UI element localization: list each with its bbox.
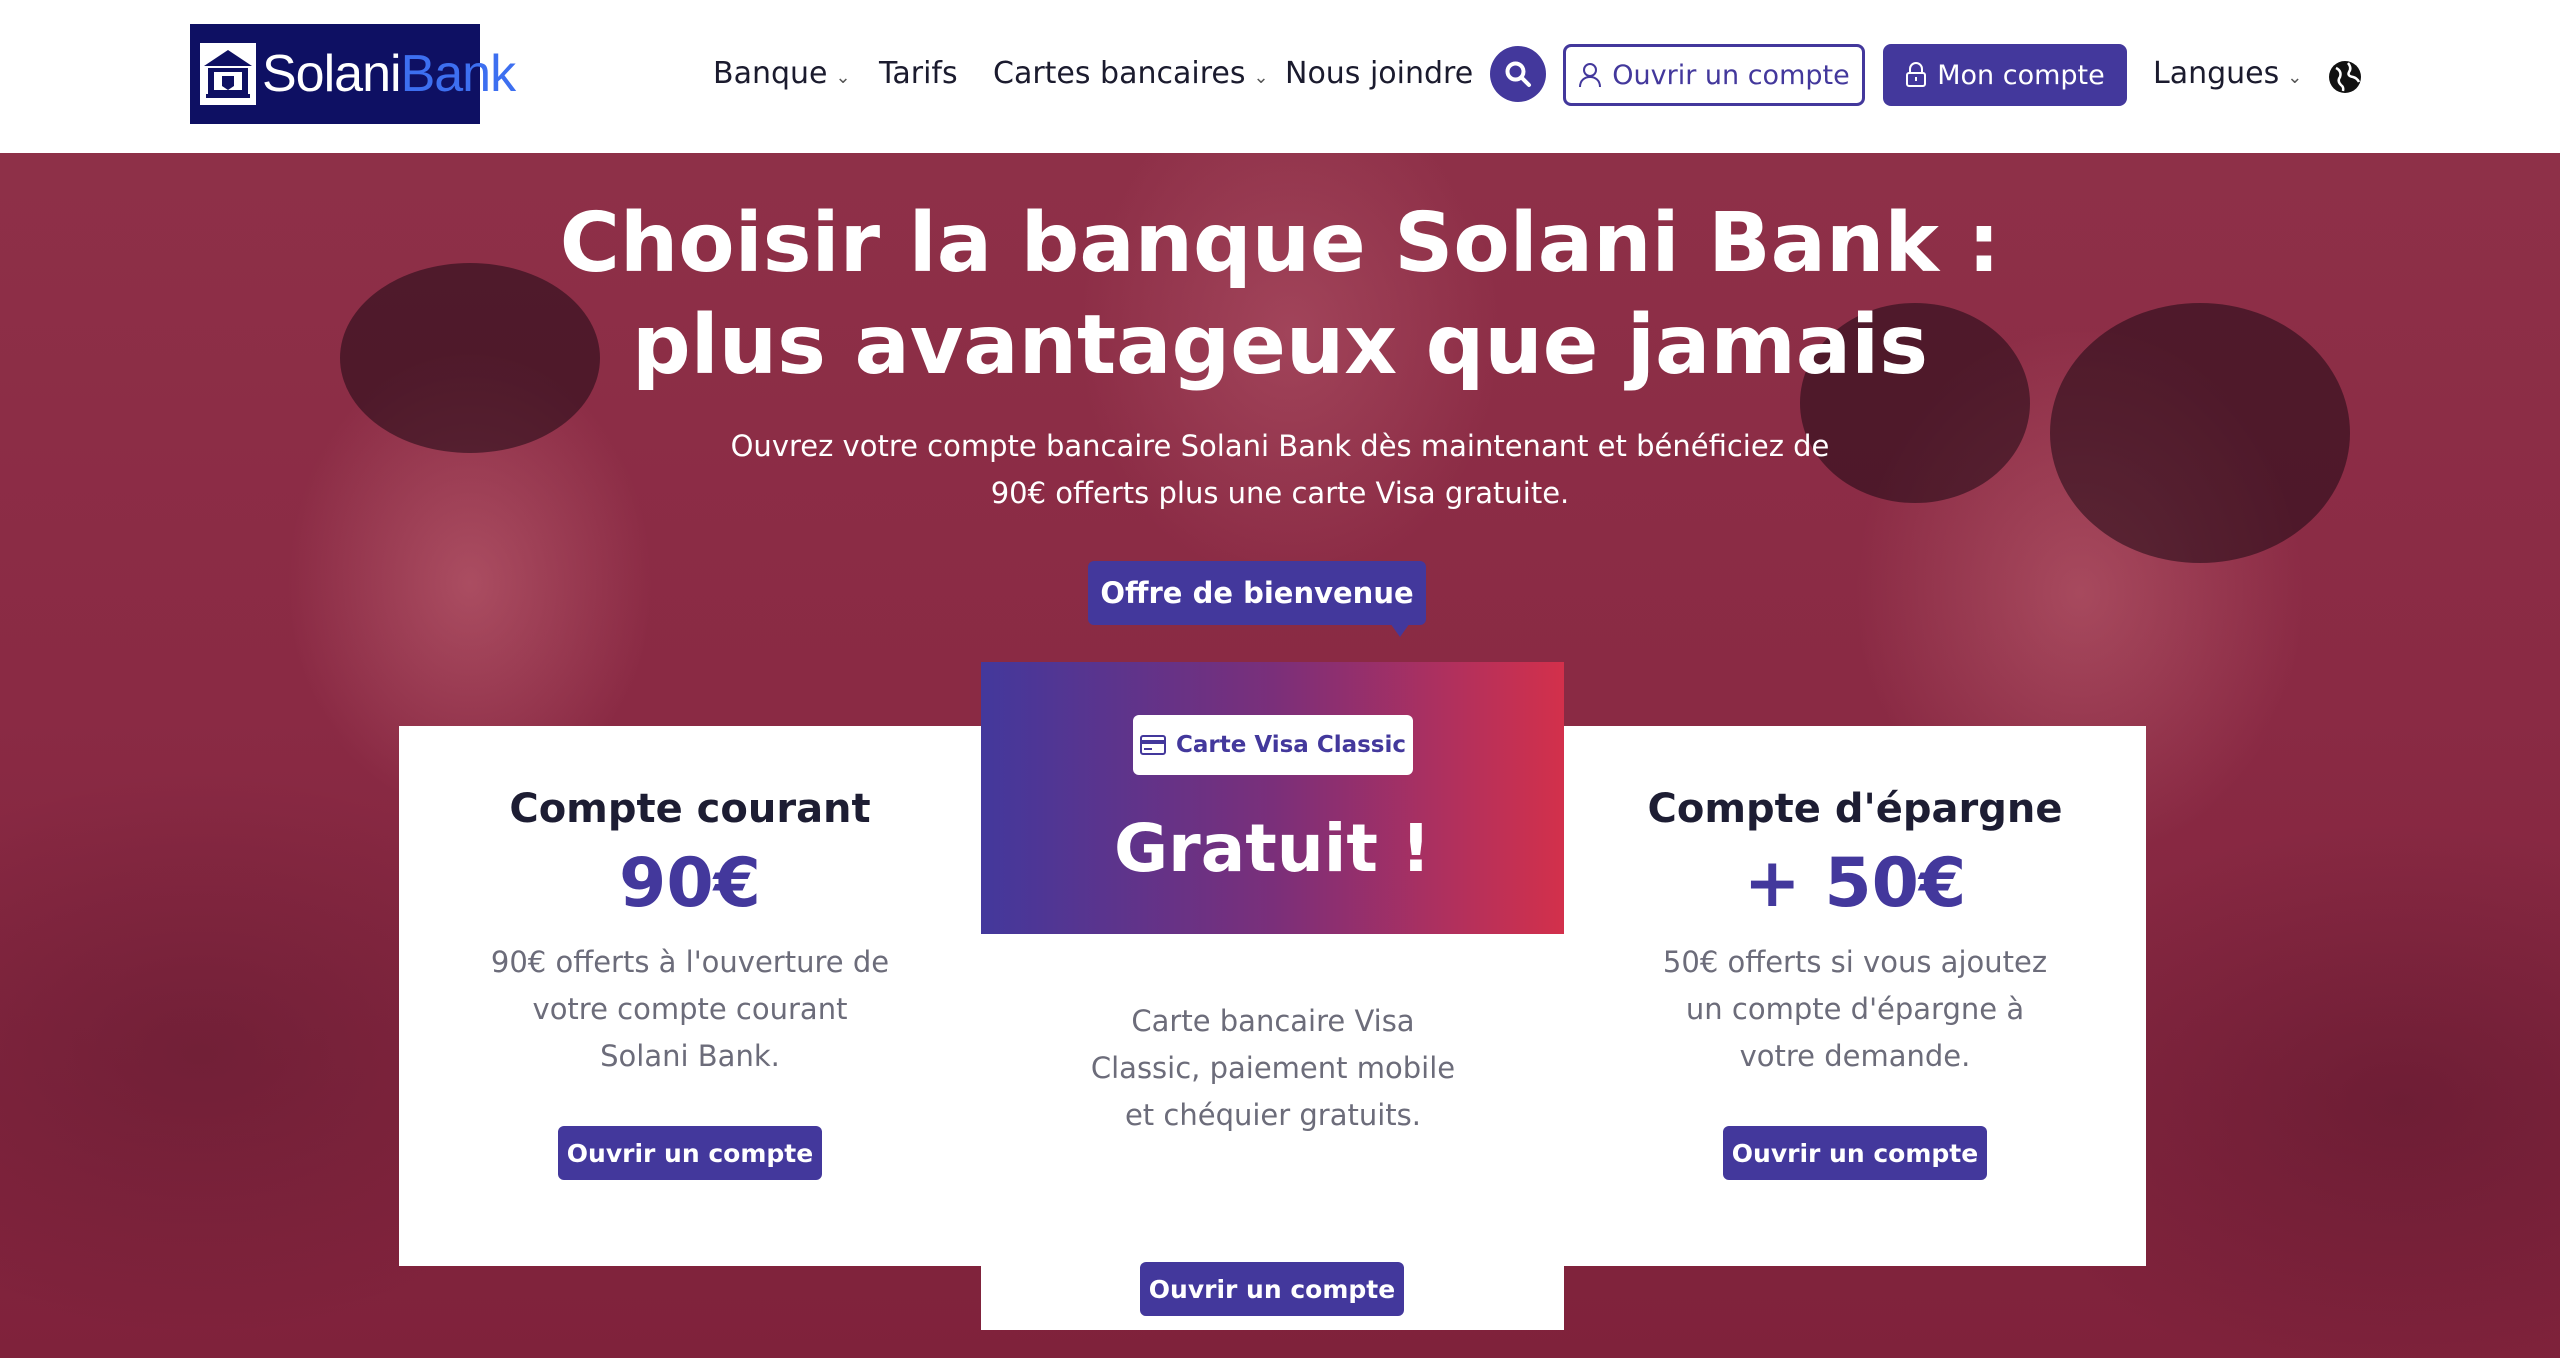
open-account-button-visa[interactable]: Ouvrir un compte [1140,1262,1404,1316]
nav-item-label: Banque [713,56,828,91]
card-description: 90€ offerts à l'ouverture de votre compt… [490,945,890,1073]
site-header: SolaniBank Banque ⌄ Tarifs Cartes bancai… [0,0,2560,153]
card-savings-account: Compte d'épargne + 50€ 50€ offerts si vo… [1564,726,2146,1266]
card-title: Compte courant [509,786,871,832]
chevron-down-icon: ⌄ [2287,67,2303,88]
user-icon [1579,63,1602,88]
nav-item-cartes-bancaires[interactable]: Cartes bancaires ⌄ [993,56,1269,91]
welcome-offer-button[interactable]: Offre de bienvenue [1088,561,1426,625]
search-button[interactable] [1490,46,1546,102]
lock-icon [1906,62,1927,87]
hero-title: Choisir la banque Solani Bank : plus ava… [559,196,2001,393]
languages-label: Langues [2153,56,2280,91]
nav-item-banque[interactable]: Banque ⌄ [713,56,851,91]
nav-item-label: Nous joindre [1285,56,1474,91]
card-visa-classic: Carte Visa Classic Gratuit ! Carte banca… [981,662,1564,1330]
chevron-down-icon: ⌄ [835,67,851,88]
visa-badge: Carte Visa Classic [1133,715,1413,775]
open-account-header-label: Ouvrir un compte [1612,59,1850,91]
nav-item-label: Tarifs [879,56,958,91]
card-visa-header: Carte Visa Classic Gratuit ! [981,662,1564,934]
open-account-button-savings[interactable]: Ouvrir un compte [1723,1126,1987,1180]
visa-badge-label: Carte Visa Classic [1175,732,1407,758]
nav-item-nous-joindre[interactable]: Nous joindre [1285,56,1473,91]
open-account-header-button[interactable]: Ouvrir un compte [1563,44,1865,106]
page: SolaniBank Banque ⌄ Tarifs Cartes bancai… [0,0,2560,1358]
globe-icon[interactable] [2328,60,2362,94]
nav-item-label: Cartes bancaires [993,56,1246,91]
search-icon [1505,61,1531,87]
card-description: 50€ offerts si vous ajoutez un compte d'… [1662,945,2048,1073]
card-amount: + 50€ [1743,844,1967,923]
card-title: Compte d'épargne [1647,786,2063,832]
nav-item-tarifs[interactable]: Tarifs [879,56,958,91]
my-account-label: Mon compte [1937,59,2105,91]
chevron-down-icon: ⌄ [1253,67,1269,88]
logo-text-bank: Bank [400,45,517,103]
card-headline: Gratuit ! [1113,810,1432,887]
my-account-button[interactable]: Mon compte [1883,44,2127,106]
card-description: Carte bancaire Visa Classic, paiement mo… [1090,1004,1456,1132]
credit-card-icon [1139,735,1166,755]
languages-dropdown[interactable]: Langues ⌄ [2153,56,2302,91]
open-account-button-current[interactable]: Ouvrir un compte [558,1126,822,1180]
card-amount: 90€ [619,844,761,923]
hero-subtitle: Ouvrez votre compte bancaire Solani Bank… [730,429,1830,510]
bank-building-icon [200,43,256,105]
hero-background-decor [2050,303,2350,563]
logo[interactable]: SolaniBank [190,24,516,124]
hero-section: Choisir la banque Solani Bank : plus ava… [0,153,2560,1358]
logo-text: SolaniBank [262,45,517,103]
card-current-account: Compte courant 90€ 90€ offerts à l'ouver… [399,726,981,1266]
logo-text-solani: Solani [262,45,402,103]
welcome-offer-pointer [1390,623,1410,637]
